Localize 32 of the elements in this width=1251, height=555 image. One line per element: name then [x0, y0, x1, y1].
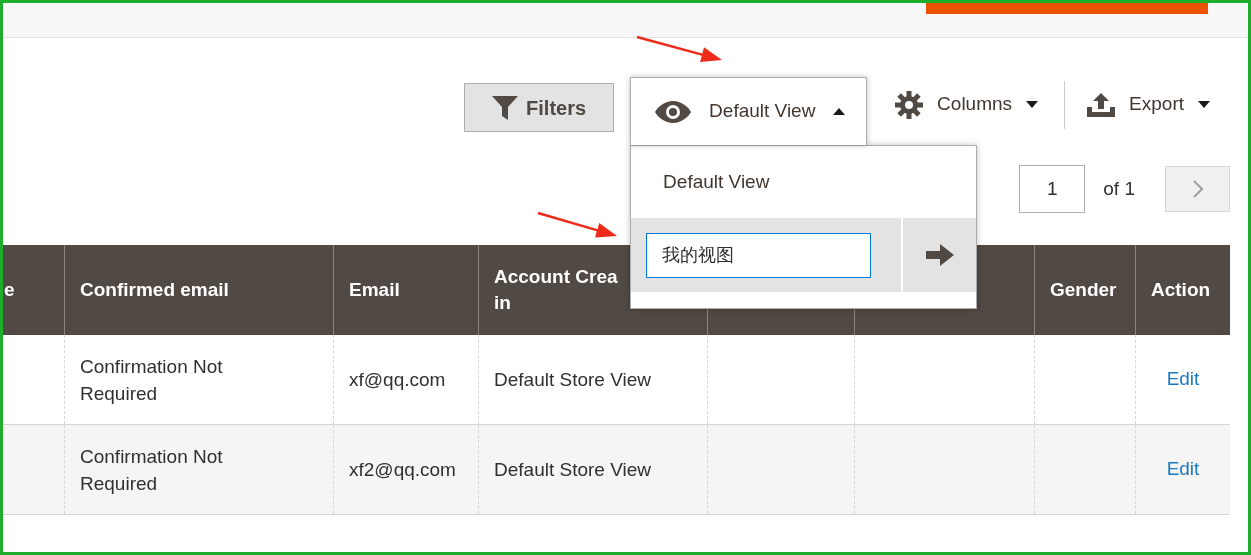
eye-icon: [655, 100, 692, 123]
chevron-right-icon: [1192, 180, 1203, 198]
column-heading[interactable]: e: [4, 277, 15, 303]
caret-icon: [1198, 101, 1210, 108]
edit-link[interactable]: Edit: [1166, 365, 1200, 394]
column-heading[interactable]: Email: [349, 277, 400, 303]
column-heading[interactable]: Action: [1151, 277, 1211, 303]
table-cell-text: Default Store View: [494, 368, 651, 392]
column-heading[interactable]: Gender: [1050, 277, 1117, 303]
filters-button[interactable]: Filters: [464, 83, 615, 132]
table-cell-text: Default Store View: [494, 458, 651, 482]
view-switcher[interactable]: Default View: [630, 77, 868, 145]
table-cell-text: Confirmation Not Required: [80, 354, 224, 406]
upload-icon: [1087, 92, 1116, 117]
funnel-icon: [492, 95, 519, 120]
next-page-button[interactable]: [1165, 166, 1230, 212]
view-name-field[interactable]: 我的视图: [646, 232, 872, 278]
caret-icon: [833, 108, 846, 115]
columns-button[interactable]: Columns: [895, 77, 1039, 132]
table-cell-text: xf@qq.com: [349, 368, 446, 392]
right-arrow-icon: [925, 244, 954, 266]
table-cell-text: xf2@qq.com: [349, 458, 456, 482]
view-option[interactable]: Default View: [631, 146, 977, 218]
table-cell-text: Confirmation Not Required: [80, 444, 224, 496]
export-button[interactable]: Export: [1087, 77, 1210, 132]
page-total: of 1: [1103, 176, 1135, 201]
edit-link[interactable]: Edit: [1166, 455, 1200, 484]
caret-icon: [1026, 101, 1039, 108]
page-number-field[interactable]: 1: [1019, 165, 1086, 213]
column-heading[interactable]: Account Crea in: [494, 264, 624, 316]
column-heading[interactable]: Confirmed email: [80, 277, 229, 303]
gear-icon: [895, 90, 924, 119]
